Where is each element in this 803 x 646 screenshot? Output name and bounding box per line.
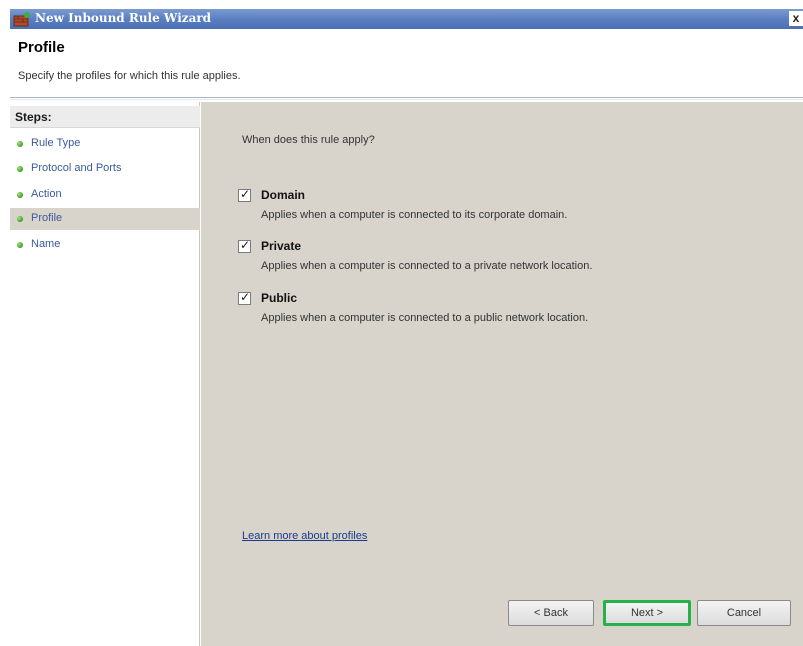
steps-heading-label: Steps: xyxy=(15,110,52,124)
main-content: When does this rule apply? ✓ Domain Appl… xyxy=(201,102,803,646)
profile-name: Public xyxy=(261,291,298,305)
green-dot-icon xyxy=(17,141,23,147)
public-checkbox[interactable]: ✓ xyxy=(238,290,251,305)
green-dot-icon xyxy=(17,216,23,222)
profile-option-public: ✓ Public Applies when a computer is conn… xyxy=(238,290,798,337)
checkmark-icon: ✓ xyxy=(240,290,251,304)
sidebar-item-action[interactable]: Action xyxy=(10,184,200,206)
green-dot-icon xyxy=(17,242,23,248)
header-divider-highlight xyxy=(10,99,803,100)
title-bar: New Inbound Rule Wizard x xyxy=(10,9,803,29)
profile-description: Applies when a computer is connected to … xyxy=(261,209,568,221)
private-checkbox[interactable]: ✓ xyxy=(238,238,251,253)
sidebar-item-label: Profile xyxy=(31,212,63,224)
wizard-header: Profile Specify the profiles for which t… xyxy=(10,29,803,98)
page-subtitle: Specify the profiles for which this rule… xyxy=(18,70,241,82)
sidebar-item-profile[interactable]: Profile xyxy=(10,208,200,230)
domain-checkbox[interactable]: ✓ xyxy=(238,187,251,202)
sidebar-item-label: Protocol and Ports xyxy=(31,162,122,174)
profile-name: Private xyxy=(261,239,302,253)
profile-name: Domain xyxy=(261,188,306,202)
checkmark-icon: ✓ xyxy=(240,238,251,252)
sidebar-item-label: Name xyxy=(31,238,61,250)
window-title: New Inbound Rule Wizard xyxy=(35,11,212,25)
back-button[interactable]: < Back xyxy=(508,600,594,626)
close-icon[interactable]: x xyxy=(789,11,803,26)
firewall-icon xyxy=(13,11,31,27)
sidebar-item-name[interactable]: Name xyxy=(10,234,200,256)
steps-heading: Steps: xyxy=(10,106,200,128)
profile-option-domain: ✓ Domain Applies when a computer is conn… xyxy=(238,187,798,234)
sidebar-item-label: Action xyxy=(31,188,62,200)
profile-description: Applies when a computer is connected to … xyxy=(261,260,593,272)
cancel-button[interactable]: Cancel xyxy=(697,600,791,626)
next-button[interactable]: Next > xyxy=(603,600,691,626)
page-title: Profile xyxy=(18,39,65,56)
profile-description: Applies when a computer is connected to … xyxy=(261,312,589,324)
question-label: When does this rule apply? xyxy=(242,134,375,146)
checkmark-icon: ✓ xyxy=(240,187,251,201)
profile-option-private: ✓ Private Applies when a computer is con… xyxy=(238,238,798,285)
header-divider xyxy=(10,97,803,98)
sidebar-item-protocol-and-ports[interactable]: Protocol and Ports xyxy=(10,158,200,180)
steps-sidebar: Steps: Rule Type Protocol and Ports Acti… xyxy=(10,102,200,646)
sidebar-item-rule-type[interactable]: Rule Type xyxy=(10,133,200,155)
green-dot-icon xyxy=(17,166,23,172)
learn-more-link[interactable]: Learn more about profiles xyxy=(242,530,367,542)
sidebar-item-label: Rule Type xyxy=(31,137,81,149)
green-dot-icon xyxy=(17,192,23,198)
